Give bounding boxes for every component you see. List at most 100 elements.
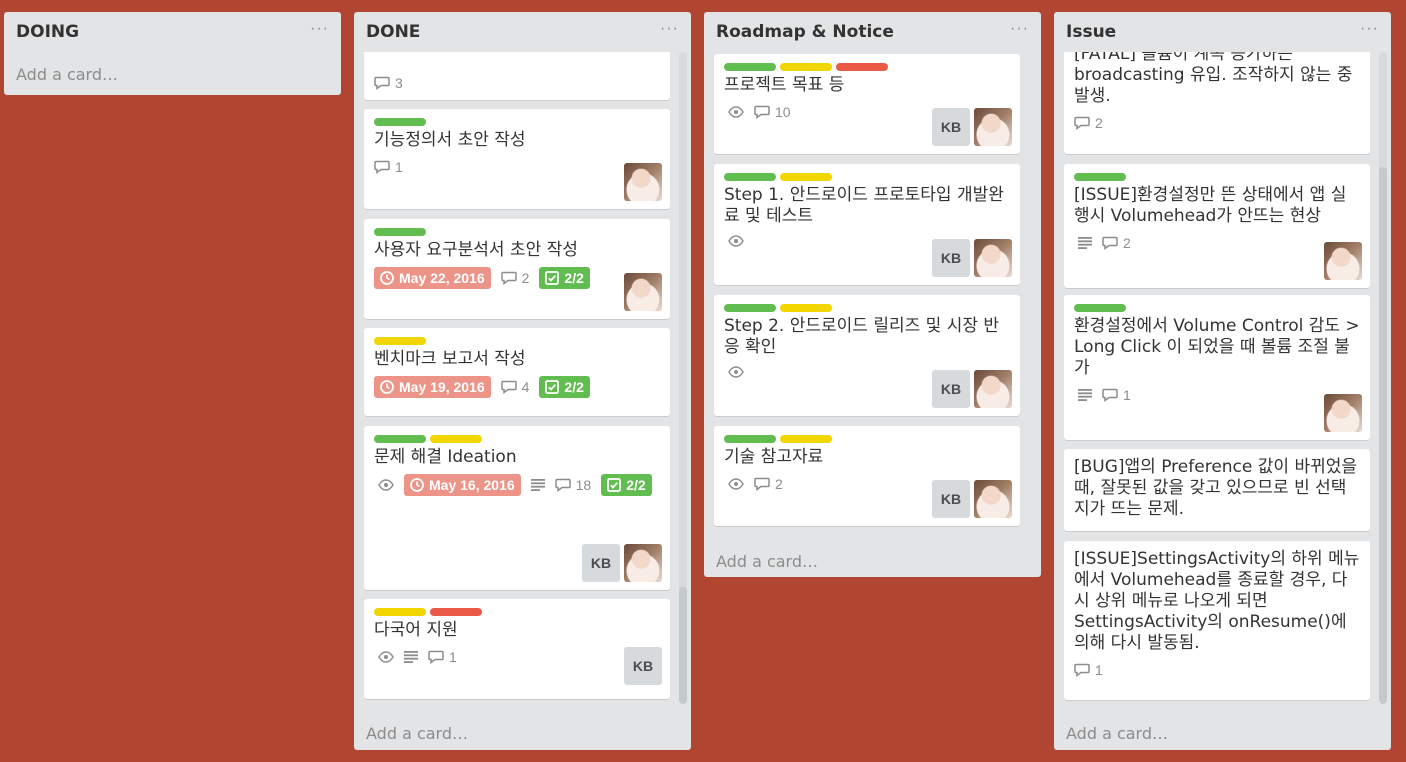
avatar[interactable] — [974, 239, 1012, 277]
comment-count: 2 — [1123, 235, 1131, 251]
label-green — [1074, 304, 1126, 312]
avatar[interactable] — [974, 370, 1012, 408]
comment-icon — [555, 478, 571, 492]
label-green — [724, 63, 776, 71]
comment-badge: 1 — [374, 159, 403, 175]
comment-badge: 1 — [428, 649, 457, 665]
member-kb[interactable]: KB — [624, 647, 662, 685]
cards-container: 프로젝트 목표 등 10 KB Step 1. 안드로이드 프로토타입 개발완료… — [704, 52, 1041, 542]
checklist-icon — [607, 478, 621, 492]
card-title: 기능정의서 초안 작성 — [374, 130, 526, 150]
watch-badge — [728, 106, 744, 118]
comment-count: 2 — [521, 270, 530, 286]
comment-count: 1 — [449, 649, 457, 665]
label-green — [374, 118, 426, 126]
comment-icon — [1074, 116, 1090, 130]
avatar[interactable] — [974, 480, 1012, 518]
due-date-badge: May 19, 2016 — [374, 376, 491, 398]
avatar[interactable] — [624, 163, 662, 201]
list-menu-button[interactable]: ··· — [1360, 20, 1379, 38]
scrollbar[interactable] — [1379, 52, 1387, 704]
card-title: [ISSUE]SettingsActivity의 하위 메뉴에서 Volumeh… — [1074, 549, 1360, 653]
add-card-button[interactable]: Add a card… — [704, 544, 830, 579]
comment-count: 4 — [521, 379, 530, 395]
label-yellow — [374, 608, 426, 616]
comment-count: 1 — [395, 159, 403, 175]
list-menu-button[interactable]: ··· — [310, 20, 329, 38]
label-green — [1074, 173, 1126, 181]
add-card-button[interactable]: Add a card… — [4, 52, 341, 92]
label-green — [724, 435, 776, 443]
avatar[interactable] — [624, 273, 662, 311]
comment-count: 18 — [575, 477, 592, 493]
label-yellow — [430, 435, 482, 443]
due-date-badge: May 22, 2016 — [374, 267, 491, 289]
watch-badge — [378, 479, 394, 491]
member-kb[interactable]: KB — [932, 370, 970, 408]
card[interactable]: [ISSUE]환경설정만 뜬 상태에서 앱 실행시 Volumehead가 안뜨… — [1064, 164, 1370, 288]
label-red — [836, 63, 888, 71]
eye-icon — [728, 366, 744, 378]
card[interactable]: 사용자 요구분석서 초안 작성 May 22, 2016 2 2/2 — [364, 219, 670, 319]
scrollbar[interactable] — [679, 52, 687, 704]
description-icon — [404, 651, 418, 663]
card-title: 프로젝트 목표 등 — [724, 75, 845, 95]
cards-container: [FATAL] 볼륨이 계속 증가하는 broadcasting 유입. 조작하… — [1054, 52, 1391, 706]
comment-badge: 1 — [1102, 387, 1131, 403]
card[interactable]: [ISSUE]SettingsActivity의 하위 메뉴에서 Volumeh… — [1064, 541, 1370, 700]
comment-badge: 2 — [754, 476, 783, 492]
list-title: DONE — [366, 22, 421, 42]
comment-icon — [501, 271, 517, 285]
card-title: 사용자 요구분석서 초안 작성 — [374, 240, 578, 260]
scrollbar-thumb[interactable] — [679, 587, 687, 704]
member-kb[interactable]: KB — [932, 480, 970, 518]
description-badge — [1078, 389, 1092, 401]
description-badge — [1078, 237, 1092, 249]
card[interactable]: Step 2. 안드로이드 릴리즈 및 시장 반응 확인 KB — [714, 295, 1020, 416]
add-card-button[interactable]: Add a card… — [1054, 716, 1180, 751]
member-kb[interactable]: KB — [932, 108, 970, 146]
card[interactable]: [FATAL] 볼륨이 계속 증가하는 broadcasting 유입. 조작하… — [1064, 52, 1370, 154]
card[interactable]: 3 — [364, 52, 670, 100]
avatar[interactable] — [624, 544, 662, 582]
comment-badge: 4 — [501, 379, 530, 395]
scrollbar-thumb[interactable] — [1379, 167, 1387, 704]
card[interactable]: Step 1. 안드로이드 프로토타입 개발완료 및 테스트 KB — [714, 164, 1020, 285]
card-title — [374, 52, 660, 61]
label-green — [374, 228, 426, 236]
member-kb[interactable]: KB — [582, 544, 620, 582]
avatar[interactable] — [1324, 242, 1362, 280]
watch-badge — [378, 651, 394, 663]
card[interactable]: 벤치마크 보고서 작성 May 19, 2016 4 2/2 — [364, 328, 670, 416]
comment-icon — [374, 160, 390, 174]
card[interactable]: 다국어 지원 1 KB — [364, 599, 670, 699]
list-menu-button[interactable]: ··· — [1010, 20, 1029, 38]
card[interactable]: 기능정의서 초안 작성 1 — [364, 109, 670, 209]
comment-count: 1 — [1095, 662, 1103, 678]
card[interactable]: 기술 참고자료 2 KB — [714, 426, 1020, 526]
due-date: May 16, 2016 — [429, 477, 515, 493]
list-menu-button[interactable]: ··· — [660, 20, 679, 38]
comment-icon — [428, 650, 444, 664]
eye-icon — [378, 651, 394, 663]
comment-icon — [1074, 663, 1090, 677]
checklist-badge: 2/2 — [601, 474, 652, 496]
description-badge — [404, 651, 418, 663]
avatar[interactable] — [974, 108, 1012, 146]
due-date-badge: May 16, 2016 — [404, 474, 521, 496]
label-green — [374, 435, 426, 443]
avatar[interactable] — [1324, 394, 1362, 432]
card-title: Step 2. 안드로이드 릴리즈 및 시장 반응 확인 — [724, 316, 1000, 357]
card[interactable]: 프로젝트 목표 등 10 KB — [714, 54, 1020, 154]
due-date: May 22, 2016 — [399, 270, 485, 286]
comment-badge: 2 — [1074, 115, 1103, 131]
add-card-button[interactable]: Add a card… — [354, 716, 480, 751]
card[interactable]: 환경설정에서 Volume Control 감도 > Long Click 이 … — [1064, 295, 1370, 440]
list-header: Issue ··· — [1054, 12, 1391, 52]
member-kb[interactable]: KB — [932, 239, 970, 277]
label-yellow — [780, 304, 832, 312]
card-title: [BUG]앱의 Preference 값이 바뀌었을 때, 잘못된 값을 갖고 … — [1074, 457, 1358, 519]
card[interactable]: [BUG]앱의 Preference 값이 바뀌었을 때, 잘못된 값을 갖고 … — [1064, 449, 1370, 531]
card-title: [FATAL] 볼륨이 계속 증가하는 broadcasting 유입. 조작하… — [1074, 52, 1353, 106]
card[interactable]: 문제 해결 Ideation May 16, 2016 18 2/2 KB — [364, 426, 670, 590]
